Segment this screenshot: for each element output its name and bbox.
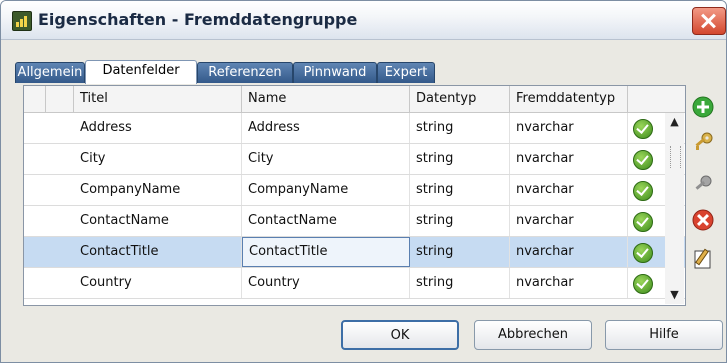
cell-fremddatentyp[interactable]: nvarchar <box>510 175 628 205</box>
cell-name-editor[interactable]: ContactTitle <box>242 237 410 267</box>
fields-grid[interactable]: Titel Name Datentyp Fremddatentyp Addres… <box>23 85 686 306</box>
cell-name[interactable]: ContactName <box>242 206 410 236</box>
cell-datentyp[interactable]: string <box>410 144 510 174</box>
check-icon <box>633 243 653 263</box>
cell-datentyp[interactable]: string <box>410 113 510 143</box>
vertical-scrollbar[interactable]: ▲ ▼ <box>665 113 684 304</box>
cell-titel[interactable]: City <box>74 144 242 174</box>
close-button[interactable] <box>692 7 726 35</box>
scroll-down-icon[interactable]: ▼ <box>668 288 681 301</box>
cell-datentyp[interactable]: string <box>410 175 510 205</box>
cell-fremddatentyp[interactable]: nvarchar <box>510 206 628 236</box>
cell-fremddatentyp[interactable]: nvarchar <box>510 237 628 267</box>
cell-fremddatentyp[interactable]: nvarchar <box>510 268 628 298</box>
check-icon <box>633 150 653 170</box>
add-icon[interactable] <box>691 95 715 119</box>
cancel-button[interactable]: Abbrechen <box>474 320 592 350</box>
key-remove-icon[interactable] <box>691 172 715 196</box>
scroll-up-icon[interactable]: ▲ <box>668 115 681 128</box>
tab-referenzen[interactable]: Referenzen <box>197 62 293 83</box>
delete-icon[interactable] <box>691 208 715 232</box>
cell-titel[interactable]: Address <box>74 113 242 143</box>
check-icon <box>633 181 653 201</box>
ok-button[interactable]: OK <box>341 320 459 350</box>
cell-name[interactable]: Address <box>242 113 410 143</box>
table-row[interactable]: ContactName ContactName string nvarchar <box>24 206 685 237</box>
title-bar[interactable]: Eigenschaften - Fremddatengruppe <box>1 1 726 40</box>
check-icon <box>633 119 653 139</box>
tab-expert[interactable]: Expert <box>377 62 435 83</box>
grid-header: Titel Name Datentyp Fremddatentyp <box>24 86 685 113</box>
cell-titel[interactable]: CompanyName <box>74 175 242 205</box>
window-title: Eigenschaften - Fremddatengruppe <box>38 10 358 29</box>
help-button[interactable]: Hilfe <box>605 320 723 350</box>
header-datentyp[interactable]: Datentyp <box>410 86 510 112</box>
table-row[interactable]: Country Country string nvarchar <box>24 268 685 299</box>
table-row[interactable]: Address Address string nvarchar <box>24 113 685 144</box>
table-row-selected[interactable]: ContactTitle ContactTitle string nvarcha… <box>24 237 685 268</box>
cell-titel[interactable]: ContactName <box>74 206 242 236</box>
edit-icon[interactable] <box>691 247 715 271</box>
key-icon[interactable] <box>691 130 715 154</box>
scroll-thumb[interactable] <box>670 146 681 168</box>
check-icon <box>633 274 653 294</box>
cell-datentyp[interactable]: string <box>410 268 510 298</box>
properties-dialog: Eigenschaften - Fremddatengruppe Allgeme… <box>0 0 727 363</box>
cell-fremddatentyp[interactable]: nvarchar <box>510 113 628 143</box>
header-fremddatentyp[interactable]: Fremddatentyp <box>510 86 628 112</box>
tab-pinnwand[interactable]: Pinnwand <box>293 62 377 83</box>
table-row[interactable]: City City string nvarchar <box>24 144 685 175</box>
header-name[interactable]: Name <box>242 86 410 112</box>
check-icon <box>633 212 653 232</box>
header-blank <box>46 86 74 112</box>
table-row[interactable]: CompanyName CompanyName string nvarchar <box>24 175 685 206</box>
cell-titel[interactable]: ContactTitle <box>74 237 242 267</box>
cell-fremddatentyp[interactable]: nvarchar <box>510 144 628 174</box>
cell-name[interactable]: City <box>242 144 410 174</box>
tab-datenfelder[interactable]: Datenfelder <box>85 60 197 84</box>
header-titel[interactable]: Titel <box>74 86 242 112</box>
cell-name[interactable]: Country <box>242 268 410 298</box>
header-blank <box>24 86 46 112</box>
tab-allgemein[interactable]: Allgemein <box>15 62 85 83</box>
cell-datentyp[interactable]: string <box>410 206 510 236</box>
cell-titel[interactable]: Country <box>74 268 242 298</box>
cell-name[interactable]: CompanyName <box>242 175 410 205</box>
cell-datentyp[interactable]: string <box>410 237 510 267</box>
app-icon <box>12 11 32 31</box>
